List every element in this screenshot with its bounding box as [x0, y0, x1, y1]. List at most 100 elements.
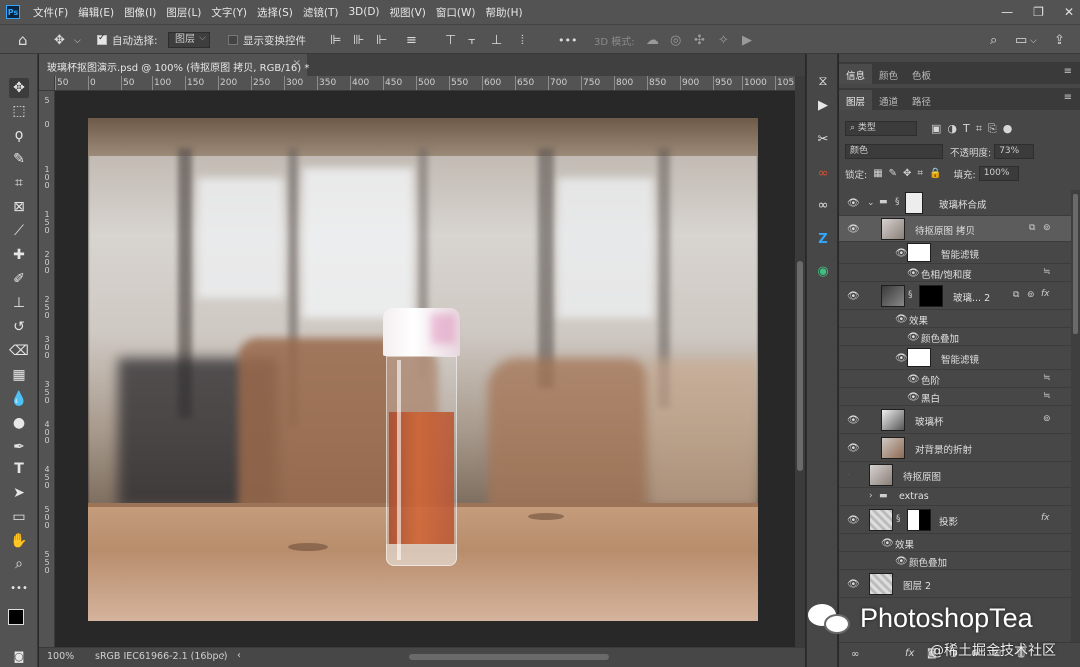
dodge-tool-icon[interactable]: ●: [9, 413, 29, 433]
auto-select-checkbox[interactable]: [97, 33, 107, 45]
canvas-area[interactable]: [55, 91, 795, 647]
zoom-level[interactable]: 100%: [47, 651, 74, 662]
eye-icon[interactable]: 👁: [907, 268, 920, 279]
healing-brush-tool-icon[interactable]: ✚: [9, 245, 29, 265]
eye-icon[interactable]: 👁: [895, 556, 908, 567]
layer-row[interactable]: 👁 色相/饱和度 ≒: [839, 264, 1071, 282]
layer-row[interactable]: 👁 ⌄ ▬ § 玻璃杯合成: [839, 190, 1071, 216]
filter-options-icon[interactable]: ≒: [1043, 373, 1051, 383]
chevron-right-icon[interactable]: ›: [221, 650, 225, 661]
minimize-icon[interactable]: —: [1001, 5, 1013, 19]
menu-file[interactable]: 文件(F): [28, 5, 73, 20]
path-selection-tool-icon[interactable]: ➤: [9, 483, 29, 503]
zoom-tool-icon[interactable]: ⌕: [9, 554, 29, 574]
layer-row[interactable]: 👁 色阶 ≒: [839, 370, 1071, 388]
tab-swatches[interactable]: 色板: [905, 64, 938, 84]
clone-stamp-tool-icon[interactable]: ⊥: [9, 293, 29, 313]
share-icon[interactable]: ⇪: [1054, 33, 1065, 48]
link-layers-icon[interactable]: ∞: [851, 649, 859, 660]
mask-thumbnail[interactable]: [905, 192, 923, 214]
search-icon[interactable]: ⌕: [990, 33, 997, 48]
chevron-down-icon[interactable]: ⌄: [867, 198, 875, 208]
menu-3d[interactable]: 3D(D): [343, 6, 384, 18]
show-transform-option[interactable]: 显示变换控件: [228, 32, 306, 48]
document-tab[interactable]: 玻璃杯抠图演示.psd @ 100% (待抠原图 拷贝, RGB/16) * ×: [39, 54, 309, 76]
scrollbar-thumb[interactable]: [1073, 194, 1078, 334]
layer-thumbnail[interactable]: [869, 464, 893, 486]
eye-icon[interactable]: 👁: [847, 443, 860, 454]
eye-icon[interactable]: 👁: [907, 332, 920, 343]
align-middle-icon[interactable]: ⫟: [468, 33, 476, 48]
play-action-icon[interactable]: ▶: [814, 96, 832, 114]
mask-thumbnail[interactable]: [907, 509, 931, 531]
slide-3d-icon[interactable]: ✧: [718, 33, 729, 48]
menu-select[interactable]: 选择(S): [252, 5, 298, 20]
layer-thumbnail[interactable]: [881, 218, 905, 240]
eye-icon[interactable]: 👁: [847, 198, 860, 209]
distribute-vertical-icon[interactable]: ⦙: [521, 33, 524, 48]
eye-icon[interactable]: 👁: [907, 392, 920, 403]
workspace-icon[interactable]: ▭: [1015, 33, 1027, 48]
eye-icon[interactable]: 👁: [847, 515, 860, 526]
home-icon[interactable]: ⌂: [18, 31, 28, 49]
drag-3d-icon[interactable]: ✣: [694, 33, 705, 48]
layer-row[interactable]: 👁 效果: [839, 310, 1071, 328]
quick-select-tool-icon[interactable]: ✎: [9, 149, 29, 169]
layer-row[interactable]: 👁 待抠原图 拷贝 ⧉ ⊚: [839, 216, 1071, 242]
eye-icon[interactable]: 👁: [847, 291, 860, 302]
filter-options-icon[interactable]: ≒: [1043, 391, 1051, 401]
eye-icon[interactable]: 👁: [895, 248, 908, 259]
eye-icon[interactable]: 👁: [847, 415, 860, 426]
edit-toolbar-icon[interactable]: •••: [9, 578, 29, 598]
layer-row[interactable]: 👁 § 投影 fx: [839, 506, 1071, 534]
gradient-tool-icon[interactable]: ▦: [9, 365, 29, 385]
filter-icons[interactable]: ▣◑T⌗⎘●: [931, 122, 1018, 136]
layer-thumbnail[interactable]: [881, 437, 905, 459]
plugin-z-icon[interactable]: Z: [814, 230, 832, 248]
rectangle-tool-icon[interactable]: ▭: [9, 507, 29, 527]
opacity-input[interactable]: 73%: [994, 144, 1035, 159]
align-top-icon[interactable]: ⊤: [445, 33, 456, 48]
layer-row[interactable]: 👁 智能滤镜: [839, 346, 1071, 370]
plugin-color-icon[interactable]: ∞: [814, 164, 832, 182]
foreground-color-swatch[interactable]: [8, 609, 24, 625]
layer-row[interactable]: 👁 颜色叠加: [839, 552, 1071, 570]
plugin-link-icon[interactable]: ∞: [814, 196, 832, 214]
layer-row[interactable]: 👁 图层 2: [839, 570, 1071, 598]
panel-menu-icon[interactable]: ≡: [1064, 66, 1072, 77]
crop-tool-icon[interactable]: ⌗: [9, 173, 29, 193]
eye-icon[interactable]: 👁: [847, 579, 860, 590]
filter-mask-thumbnail[interactable]: [907, 348, 931, 367]
eye-icon[interactable]: 👁: [907, 374, 920, 385]
eyedropper-tool-icon[interactable]: ⟋: [9, 221, 29, 241]
tab-channels[interactable]: 通道: [872, 90, 905, 110]
layer-row[interactable]: 👁 § 玻璃... 2 ⧉ ⊚ fx: [839, 282, 1071, 310]
tab-layers[interactable]: 图层: [839, 90, 873, 110]
fx-icon[interactable]: fx: [1041, 513, 1050, 523]
close-icon[interactable]: ✕: [1064, 5, 1074, 19]
scrollbar-thumb[interactable]: [797, 261, 803, 471]
fx-icon[interactable]: fx: [905, 648, 914, 659]
chevron-left-icon[interactable]: ‹: [237, 650, 241, 661]
blend-mode-dropdown[interactable]: 颜色: [845, 144, 943, 159]
more-options-icon[interactable]: •••: [558, 34, 577, 47]
layer-row[interactable]: 👁 智能滤镜: [839, 242, 1071, 264]
auto-select-dropdown[interactable]: 图层: [168, 31, 210, 48]
chevron-down-icon[interactable]: ⌵: [1030, 36, 1037, 46]
eye-icon[interactable]: 👁: [895, 353, 908, 364]
eye-icon[interactable]: 👁: [847, 224, 860, 235]
menu-type[interactable]: 文字(Y): [206, 5, 252, 20]
type-tool-icon[interactable]: T: [9, 459, 29, 479]
layer-row[interactable]: 👁 颜色叠加: [839, 328, 1071, 346]
orbit-3d-icon[interactable]: ☁: [646, 33, 659, 48]
menu-help[interactable]: 帮助(H): [481, 5, 528, 20]
layer-thumbnail[interactable]: [881, 285, 905, 307]
distribute-icon[interactable]: ≡: [406, 33, 417, 48]
filter-kind-dropdown[interactable]: ⌕ 类型: [845, 121, 917, 136]
pen-tool-icon[interactable]: ✒: [9, 437, 29, 457]
align-right-icon[interactable]: ⊩: [376, 33, 387, 48]
align-bottom-icon[interactable]: ⊥: [491, 33, 502, 48]
layers-scrollbar[interactable]: [1071, 190, 1080, 642]
frame-tool-icon[interactable]: ⊠: [9, 197, 29, 217]
move-tool-icon[interactable]: ✥: [54, 33, 65, 48]
